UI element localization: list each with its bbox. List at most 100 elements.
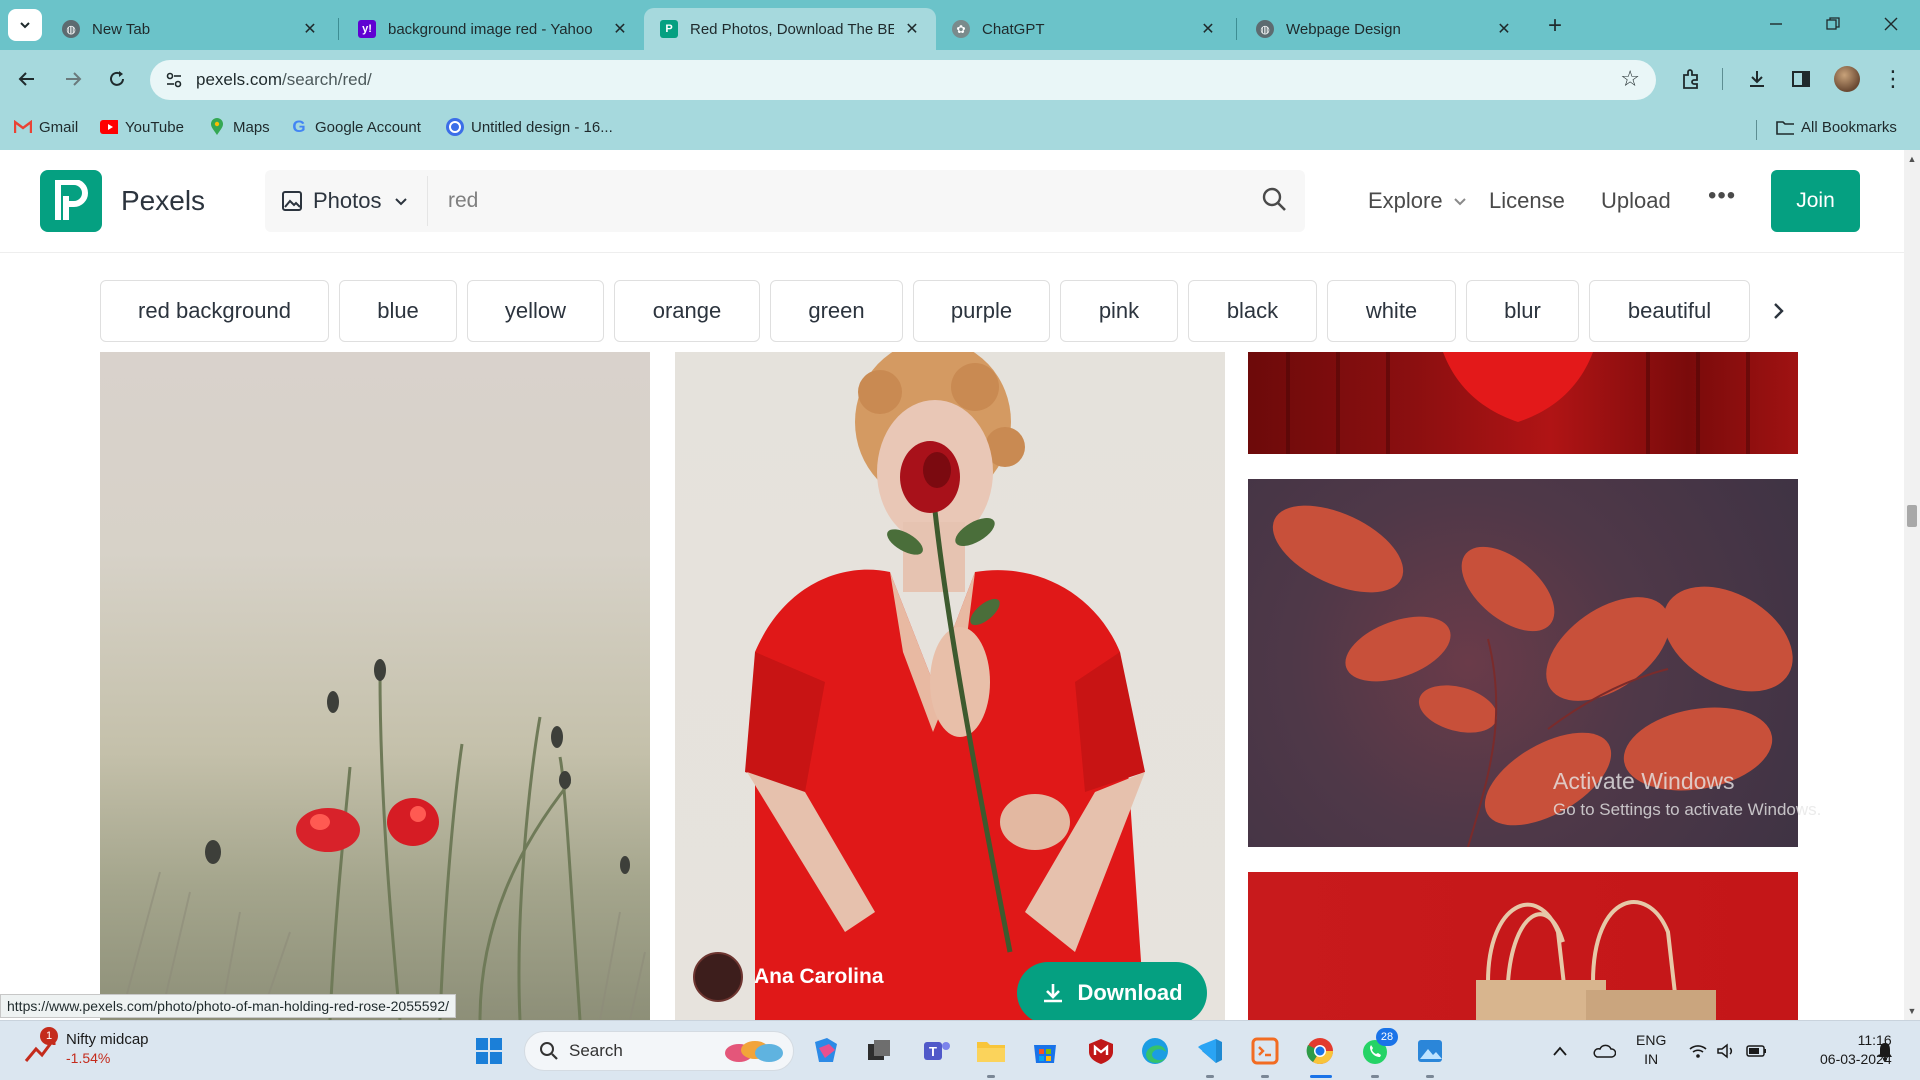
photo-red-gift-bags[interactable] [1248,872,1798,1020]
bookmark-untitled-design[interactable]: Untitled design - 16... [446,118,613,136]
tab-pexels-active[interactable]: P Red Photos, Download The BEST ✕ [644,8,936,50]
microsoft-store-icon[interactable] [1028,1034,1062,1068]
explore-menu[interactable]: Explore [1368,188,1467,214]
curtain-illustration [1286,352,1750,454]
extensions-icon[interactable] [1676,64,1706,94]
task-view-icon[interactable] [862,1034,896,1068]
close-window-button[interactable] [1868,8,1914,40]
chip-pink[interactable]: pink [1060,280,1178,342]
bookmark-youtube[interactable]: YouTube [100,118,184,136]
chip-red-background[interactable]: red background [100,280,329,342]
bookmark-maps[interactable]: Maps [208,118,270,136]
new-tab-button[interactable]: + [1540,12,1570,40]
close-icon[interactable]: ✕ [610,19,630,39]
url-text[interactable]: pexels.com/search/red/ [196,70,372,90]
chrome-browser-icon[interactable] [1303,1034,1337,1068]
tab-search-button[interactable] [8,9,42,41]
scroll-down-icon[interactable]: ▼ [1907,1006,1917,1016]
restore-button[interactable] [1810,8,1856,40]
related-searches: red background blue yellow orange green … [100,280,1790,342]
back-button[interactable] [10,63,44,95]
url-host: pexels.com [196,70,282,89]
chip-green[interactable]: green [770,280,903,342]
taskbar-search[interactable]: Search [524,1031,794,1071]
upload-link[interactable]: Upload [1601,188,1671,214]
tab-yahoo[interactable]: y! background image red - Yahoo ✕ [342,8,644,50]
minimize-icon [1770,23,1782,25]
close-icon[interactable]: ✕ [902,19,922,39]
photo-red-curtain-dress[interactable] [1248,352,1798,454]
teams-app-icon[interactable]: T [920,1034,954,1068]
stock-widget[interactable]: 1 Nifty midcap -1.54% [22,1027,149,1067]
side-panel-icon[interactable] [1786,64,1816,94]
mcafee-icon[interactable] [1084,1034,1118,1068]
search-type-dropdown[interactable]: Photos [281,184,408,218]
photo-poppies[interactable] [100,352,650,1020]
show-hidden-icons[interactable] [1552,1021,1568,1080]
chip-white[interactable]: white [1327,280,1456,342]
photographer-credit[interactable]: Ana Carolina [693,952,884,1002]
page-scrollbar[interactable]: ▲ ▼ [1904,150,1920,1020]
bookmark-google-account[interactable]: G Google Account [290,117,421,136]
close-icon[interactable]: ✕ [300,19,320,39]
brand-name[interactable]: Pexels [121,185,205,217]
chip-blur[interactable]: blur [1466,280,1579,342]
google-icon: G [292,117,306,136]
chip-purple[interactable]: purple [913,280,1050,342]
copilot-app-icon[interactable] [809,1034,843,1068]
browser-menu-icon[interactable]: ⋮ [1878,64,1908,94]
search-icon[interactable] [1261,186,1287,217]
close-icon[interactable]: ✕ [1494,19,1514,39]
close-icon[interactable]: ✕ [1198,19,1218,39]
profile-avatar[interactable] [1832,64,1862,94]
address-bar[interactable]: pexels.com/search/red/ ☆ [150,60,1656,100]
reload-button[interactable] [100,63,134,95]
chevron-right-icon [1774,303,1784,319]
tab-separator [1236,18,1237,40]
edge-browser-icon[interactable] [1138,1034,1172,1068]
all-bookmarks[interactable]: All Bookmarks [1776,118,1897,136]
join-button[interactable]: Join [1771,170,1860,232]
chevron-down-icon [394,198,407,206]
minimize-button[interactable] [1753,8,1799,40]
whatsapp-icon[interactable]: 28 [1358,1028,1398,1068]
start-button[interactable] [472,1034,506,1068]
wifi-icon[interactable] [1688,1021,1708,1080]
pexels-logo[interactable] [40,170,102,232]
volume-icon[interactable] [1716,1021,1736,1080]
running-indicator [1426,1075,1434,1078]
bookmark-star-icon[interactable]: ☆ [1620,66,1640,92]
language-indicator[interactable]: ENG IN [1636,1031,1666,1069]
more-options-icon[interactable]: ••• [1708,182,1736,210]
photos-app-icon[interactable] [1413,1034,1447,1068]
photographer-avatar [693,952,743,1002]
file-explorer-icon[interactable] [974,1034,1008,1068]
forward-button[interactable] [56,63,90,95]
chip-blue[interactable]: blue [339,280,457,342]
tab-chatgpt[interactable]: ✿ ChatGPT ✕ [936,8,1232,50]
tab-strip: ◍ New Tab ✕ y! background image red - Ya… [0,0,1920,50]
chip-orange[interactable]: orange [614,280,760,342]
tab-new-tab[interactable]: ◍ New Tab ✕ [46,8,334,50]
scrollbar-thumb[interactable] [1907,505,1917,527]
license-link[interactable]: License [1489,188,1565,214]
tab-webpage-design[interactable]: ◍ Webpage Design ✕ [1240,8,1528,50]
chip-yellow[interactable]: yellow [467,280,604,342]
download-button[interactable]: Download [1017,962,1207,1020]
onedrive-icon[interactable] [1592,1021,1616,1080]
chatgpt-icon: ✿ [952,20,970,38]
site-info-icon[interactable] [162,68,186,92]
chip-black[interactable]: black [1188,280,1317,342]
chip-beautiful[interactable]: beautiful [1589,280,1750,342]
code-editor-app-icon[interactable] [1248,1034,1282,1068]
photographer-name: Ana Carolina [754,965,884,988]
scroll-up-icon[interactable]: ▲ [1907,154,1917,164]
bookmark-gmail[interactable]: Gmail [14,118,78,136]
photo-man-holding-red-rose[interactable]: Ana Carolina Download [675,352,1225,1020]
battery-icon[interactable] [1746,1021,1768,1080]
search-input[interactable] [448,186,1228,216]
vscode-icon[interactable] [1193,1034,1227,1068]
chips-next-button[interactable] [1758,280,1798,342]
downloads-icon[interactable] [1742,64,1772,94]
notification-bell-icon[interactable] [1876,1021,1894,1080]
